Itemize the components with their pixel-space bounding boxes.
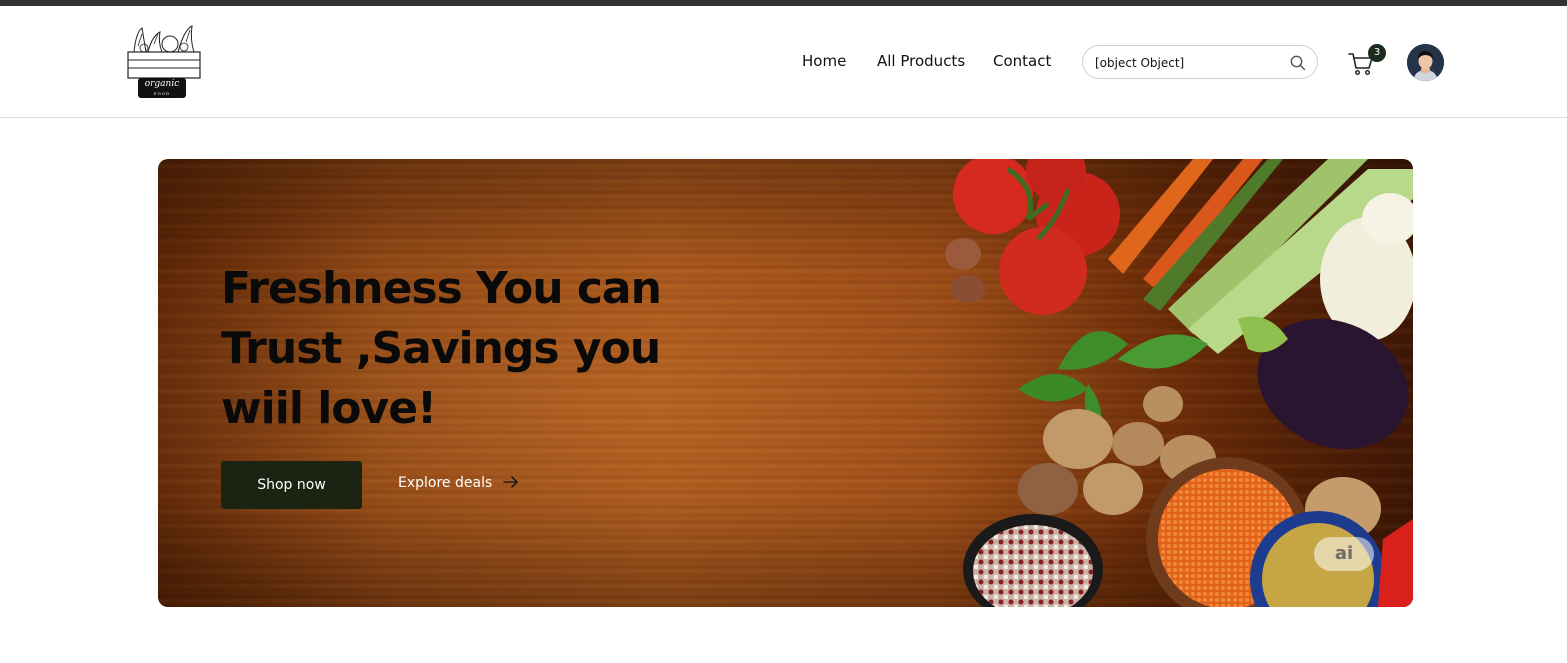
cart-button[interactable]: 3 bbox=[1348, 44, 1388, 80]
search-box bbox=[1082, 45, 1318, 79]
user-avatar-icon bbox=[1407, 44, 1444, 81]
search-input[interactable] bbox=[1095, 53, 1285, 73]
nav-link-contact[interactable]: Contact bbox=[993, 52, 1051, 70]
cart-count-badge: 3 bbox=[1368, 44, 1386, 62]
logo-badge-text: organic bbox=[144, 79, 180, 89]
vegetable-crate-illustration bbox=[127, 25, 201, 79]
site-logo[interactable]: organic FOOD bbox=[124, 22, 204, 106]
logo-badge-subtext: FOOD bbox=[153, 91, 171, 96]
nav-link-home[interactable]: Home bbox=[802, 52, 846, 70]
user-avatar[interactable] bbox=[1407, 44, 1444, 81]
hero-banner: Freshness You can Trust ,Savings you wii… bbox=[158, 159, 1413, 607]
hero-title: Freshness You can Trust ,Savings you wii… bbox=[221, 263, 662, 434]
search-icon[interactable] bbox=[1289, 54, 1307, 72]
ai-watermark: ai bbox=[1314, 537, 1374, 571]
arrow-right-icon bbox=[502, 476, 518, 488]
nav-link-all-products[interactable]: All Products bbox=[877, 52, 965, 70]
shop-now-button[interactable]: Shop now bbox=[221, 461, 362, 509]
logo-badge: organic FOOD bbox=[138, 78, 186, 98]
site-header: organic FOOD Home All Products Contact 3 bbox=[0, 6, 1567, 118]
explore-deals-label: Explore deals bbox=[398, 475, 493, 491]
explore-deals-link[interactable]: Explore deals bbox=[398, 475, 519, 491]
